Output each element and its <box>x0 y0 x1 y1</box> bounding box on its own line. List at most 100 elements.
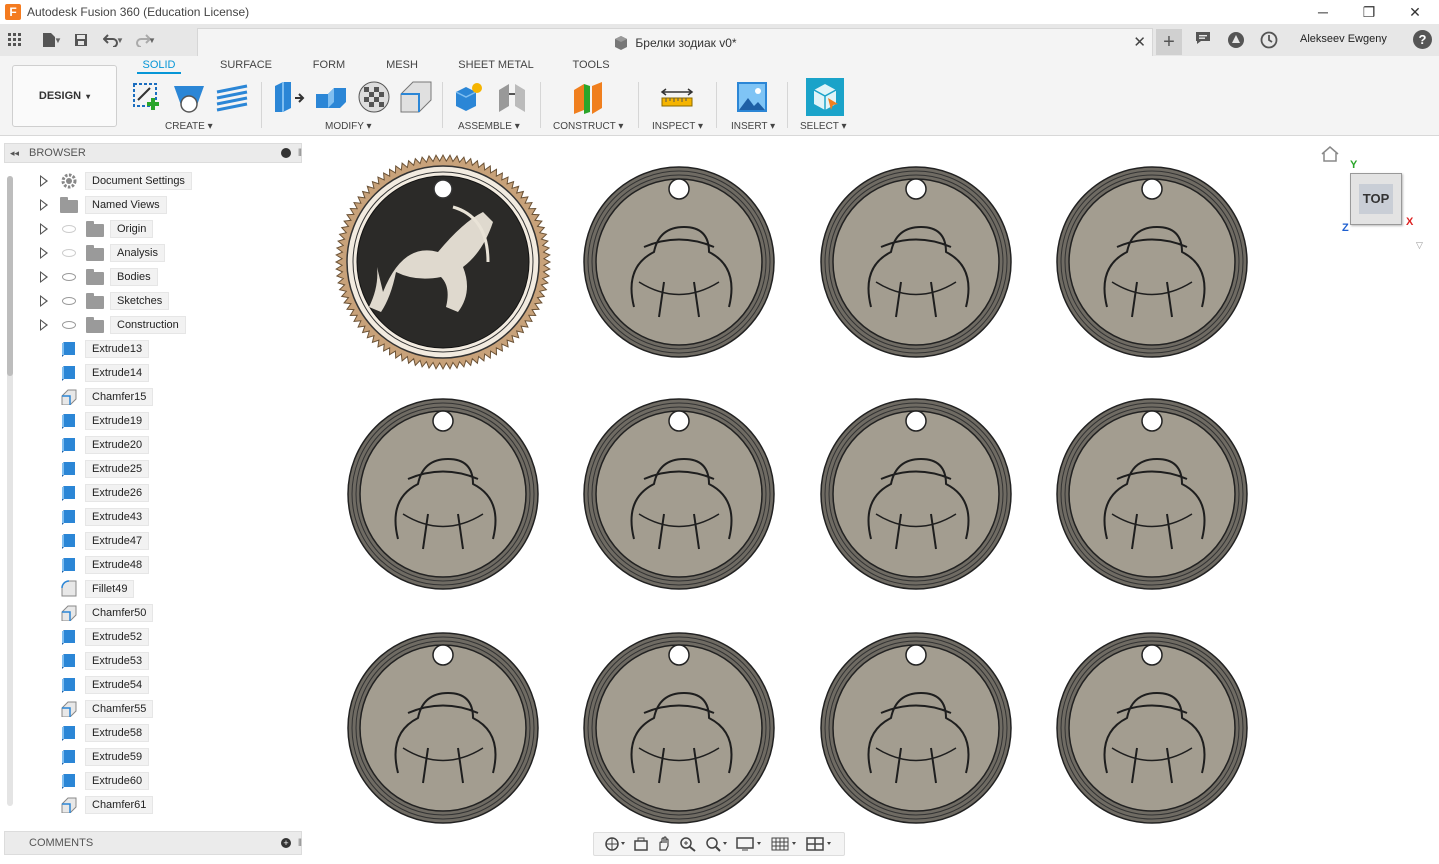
extrude-feature-icon[interactable] <box>61 508 77 525</box>
chamfer-feature-icon[interactable] <box>61 604 77 621</box>
viewcube[interactable]: TOP <box>1350 173 1402 225</box>
tab-surface[interactable]: SURFACE <box>216 59 276 71</box>
timeline-feature-16[interactable]: Extrude58 <box>85 724 150 742</box>
browser-folder-4[interactable]: Bodies <box>110 268 158 286</box>
browser-folder-1[interactable]: Named Views <box>85 196 167 214</box>
zodiac-coin[interactable] <box>820 398 1012 590</box>
pan-hand-icon[interactable] <box>656 836 672 852</box>
browser-folder-0[interactable]: Document Settings <box>85 172 192 190</box>
zodiac-coin[interactable] <box>583 398 775 590</box>
workspace-switcher-button[interactable]: DESIGN ▾ <box>12 65 117 127</box>
extrude-feature-icon[interactable] <box>61 484 77 501</box>
restore-button[interactable]: ❐ <box>1346 0 1392 24</box>
expand-arrow-icon[interactable] <box>40 247 48 259</box>
viewports-icon[interactable] <box>806 836 834 852</box>
zodiac-coin[interactable] <box>583 166 775 358</box>
timeline-feature-17[interactable]: Extrude59 <box>85 748 150 766</box>
zodiac-coin[interactable] <box>347 398 539 590</box>
visibility-eye-icon[interactable] <box>62 321 76 329</box>
timeline-feature-5[interactable]: Extrude25 <box>85 460 150 478</box>
timeline-feature-1[interactable]: Extrude14 <box>85 364 150 382</box>
extrude-feature-icon[interactable] <box>61 628 77 645</box>
3d-viewport[interactable] <box>305 137 1439 861</box>
timeline-feature-8[interactable]: Extrude47 <box>85 532 150 550</box>
timeline-feature-19[interactable]: Chamfer61 <box>85 796 154 814</box>
browser-options-icon[interactable] <box>281 148 291 158</box>
extrude-feature-icon[interactable] <box>61 340 77 357</box>
visibility-eye-icon[interactable] <box>62 225 76 233</box>
appearance-icon[interactable] <box>357 80 391 114</box>
expand-arrow-icon[interactable] <box>40 295 48 307</box>
extrude-feature-icon[interactable] <box>61 772 77 789</box>
browser-folder-2[interactable]: Origin <box>110 220 154 238</box>
extrude-feature-icon[interactable] <box>61 436 77 453</box>
undo-caret-icon[interactable]: ▼ <box>116 36 126 45</box>
expand-arrow-icon[interactable] <box>40 223 48 235</box>
assemble-group-menu[interactable]: ASSEMBLE ▾ <box>458 121 520 132</box>
extrude-feature-icon[interactable] <box>61 364 77 381</box>
timeline-feature-12[interactable]: Extrude52 <box>85 628 150 646</box>
extrude-feature-icon[interactable] <box>61 460 77 477</box>
expand-arrow-icon[interactable] <box>40 199 48 211</box>
chamfer-feature-icon[interactable] <box>61 700 77 717</box>
timeline-feature-2[interactable]: Chamfer15 <box>85 388 154 406</box>
save-icon[interactable] <box>68 26 94 54</box>
timeline-feature-3[interactable]: Extrude19 <box>85 412 150 430</box>
home-view-icon[interactable] <box>1320 145 1340 163</box>
zodiac-coin[interactable] <box>820 166 1012 358</box>
fit-zoom-icon[interactable] <box>705 836 729 852</box>
expand-arrow-icon[interactable] <box>40 319 48 331</box>
history-clock-icon[interactable] <box>1260 31 1278 49</box>
display-settings-icon[interactable] <box>736 836 764 852</box>
viewcube-top-face[interactable]: TOP <box>1359 184 1393 214</box>
collapse-browser-icon[interactable]: ◂◂ <box>10 148 19 159</box>
extrude-feature-icon[interactable] <box>61 412 77 429</box>
orbit-icon[interactable] <box>604 836 626 852</box>
timeline-feature-10[interactable]: Fillet49 <box>85 580 135 598</box>
zodiac-coin[interactable] <box>1056 398 1248 590</box>
zodiac-coin[interactable] <box>1056 632 1248 824</box>
timeline-feature-6[interactable]: Extrude26 <box>85 484 150 502</box>
comments-pin-icon[interactable]: ‖ <box>298 838 302 849</box>
extrude-feature-icon[interactable] <box>61 532 77 549</box>
look-at-icon[interactable] <box>633 836 649 852</box>
notification-icon[interactable] <box>1194 31 1212 49</box>
viewcube-menu-icon[interactable]: ▽ <box>1416 240 1423 251</box>
zoom-icon[interactable] <box>679 836 697 852</box>
extrude-feature-icon[interactable] <box>61 724 77 741</box>
add-comment-icon[interactable]: + <box>281 838 291 848</box>
zodiac-coin[interactable] <box>583 632 775 824</box>
tab-solid[interactable]: SOLID <box>137 59 181 74</box>
zodiac-coin[interactable] <box>347 632 539 824</box>
construct-group-menu[interactable]: CONSTRUCT ▾ <box>553 121 623 132</box>
timeline-feature-15[interactable]: Chamfer55 <box>85 700 154 718</box>
create-sketch-icon[interactable] <box>131 80 165 114</box>
timeline-feature-11[interactable]: Chamfer50 <box>85 604 154 622</box>
zodiac-coin[interactable] <box>1056 166 1248 358</box>
minimize-button[interactable]: ─ <box>1300 0 1346 24</box>
fillet-icon[interactable] <box>314 80 348 114</box>
file-menu-caret-icon[interactable]: ▼ <box>54 36 64 45</box>
timeline-feature-9[interactable]: Extrude48 <box>85 556 150 574</box>
expand-arrow-icon[interactable] <box>40 271 48 283</box>
tab-form[interactable]: FORM <box>309 59 349 71</box>
data-panel-grid-icon[interactable] <box>2 26 28 54</box>
visibility-eye-icon[interactable] <box>62 297 76 305</box>
timeline-feature-4[interactable]: Extrude20 <box>85 436 150 454</box>
fillet-feature-icon[interactable] <box>61 580 77 597</box>
user-account-menu[interactable]: Alekseev Ewgeny <box>1300 33 1387 45</box>
timeline-feature-18[interactable]: Extrude60 <box>85 772 150 790</box>
help-icon[interactable]: ? <box>1413 30 1432 49</box>
chamfer-feature-icon[interactable] <box>61 796 77 813</box>
extrude-feature-icon[interactable] <box>61 652 77 669</box>
insert-image-icon[interactable] <box>735 80 769 114</box>
tab-sheet-metal[interactable]: SHEET METAL <box>454 59 538 71</box>
select-group-menu[interactable]: SELECT ▾ <box>800 121 847 132</box>
visibility-eye-icon[interactable] <box>62 249 76 257</box>
extrude-feature-icon[interactable] <box>61 676 77 693</box>
offset-plane-icon[interactable] <box>571 80 605 114</box>
tab-mesh[interactable]: MESH <box>381 59 423 71</box>
timeline-feature-13[interactable]: Extrude53 <box>85 652 150 670</box>
browser-folder-3[interactable]: Analysis <box>110 244 165 262</box>
select-icon[interactable] <box>806 78 844 116</box>
